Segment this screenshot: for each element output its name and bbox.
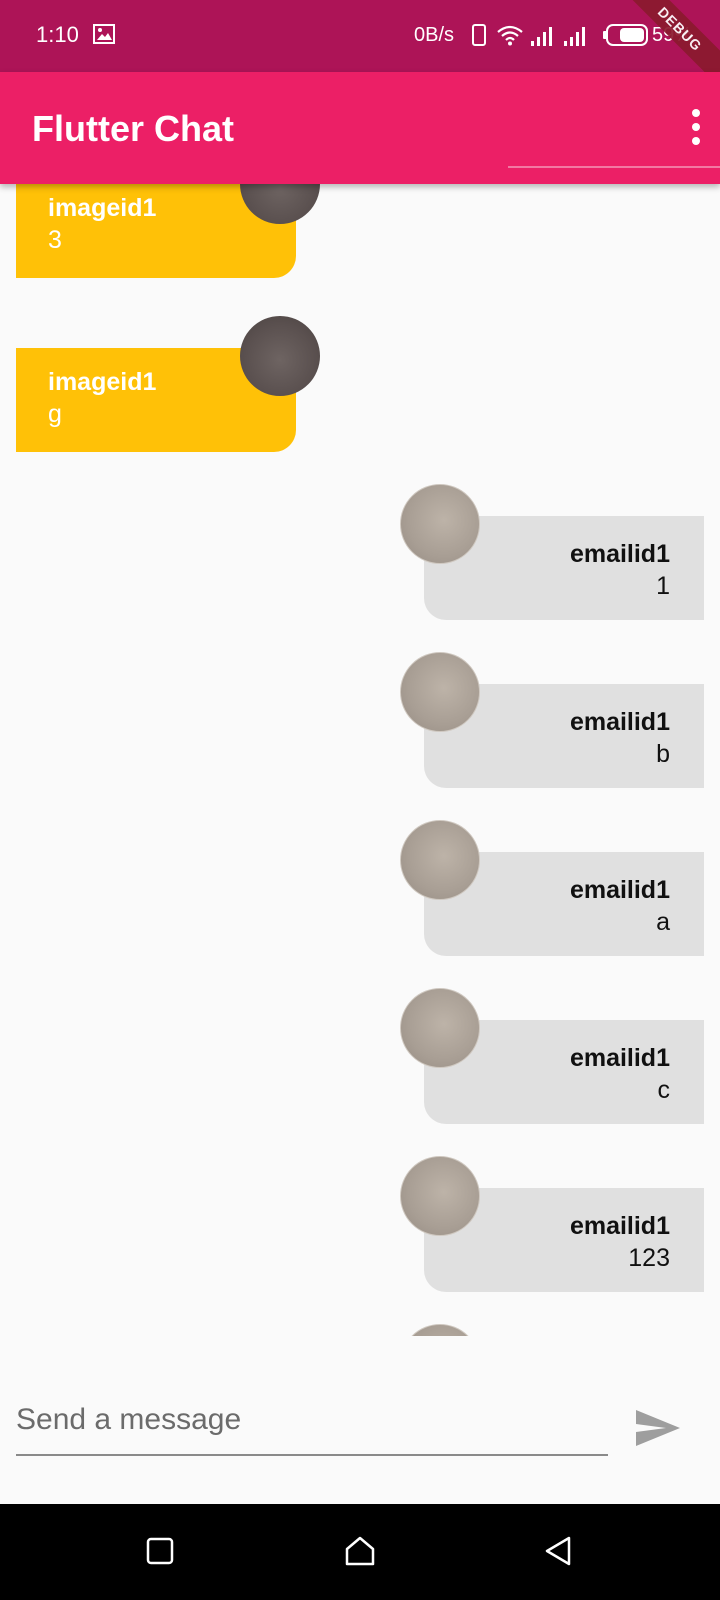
wifi-icon xyxy=(497,25,523,46)
avatar xyxy=(400,1156,480,1236)
status-time: 1:10 xyxy=(36,22,79,47)
system-nav-bar xyxy=(0,1504,720,1600)
status-bar: 1:10 0B/s 59% DEBUG xyxy=(0,0,720,88)
app-bar: Flutter Chat xyxy=(0,72,720,184)
message-sender: emailid1 xyxy=(569,1044,670,1072)
send-icon[interactable] xyxy=(634,1408,682,1448)
message-sender: imageid1 xyxy=(48,194,157,222)
message-sender: emailid1 xyxy=(569,876,670,904)
app-title: Flutter Chat xyxy=(32,108,234,149)
gallery-icon xyxy=(93,24,115,44)
avatar xyxy=(400,988,480,1068)
recents-icon[interactable] xyxy=(143,1534,177,1568)
battery-icon xyxy=(603,24,648,46)
message-input[interactable] xyxy=(16,1386,608,1456)
phone-icon xyxy=(472,24,486,46)
back-icon[interactable] xyxy=(541,1534,575,1568)
message-sender: emailid1 xyxy=(569,540,670,568)
message-text: 123 xyxy=(628,1244,670,1272)
avatar xyxy=(240,316,320,396)
net-speed: 0B/s xyxy=(414,24,455,46)
message-text: c xyxy=(657,1076,671,1104)
message-list[interactable]: imageid1 3 imageid1 g emailid1 1 emailid… xyxy=(0,184,720,1336)
message-text: b xyxy=(656,740,670,768)
message-sender: imageid1 xyxy=(48,368,157,396)
avatar xyxy=(400,1324,480,1336)
message-text: 3 xyxy=(48,226,62,254)
message-text: 1 xyxy=(656,572,670,600)
avatar xyxy=(400,484,480,564)
message-sender: emailid1 xyxy=(569,708,670,736)
signal-icon xyxy=(531,27,552,46)
avatar xyxy=(400,652,480,732)
message-text: g xyxy=(48,400,62,428)
home-icon[interactable] xyxy=(343,1534,377,1568)
message-text: a xyxy=(656,908,670,936)
message-composer xyxy=(0,1336,720,1504)
avatar xyxy=(400,820,480,900)
more-vertical-icon[interactable] xyxy=(682,102,710,152)
app-bar-divider xyxy=(508,166,720,168)
message-sender: emailid1 xyxy=(569,1212,670,1240)
signal-icon xyxy=(564,27,585,46)
